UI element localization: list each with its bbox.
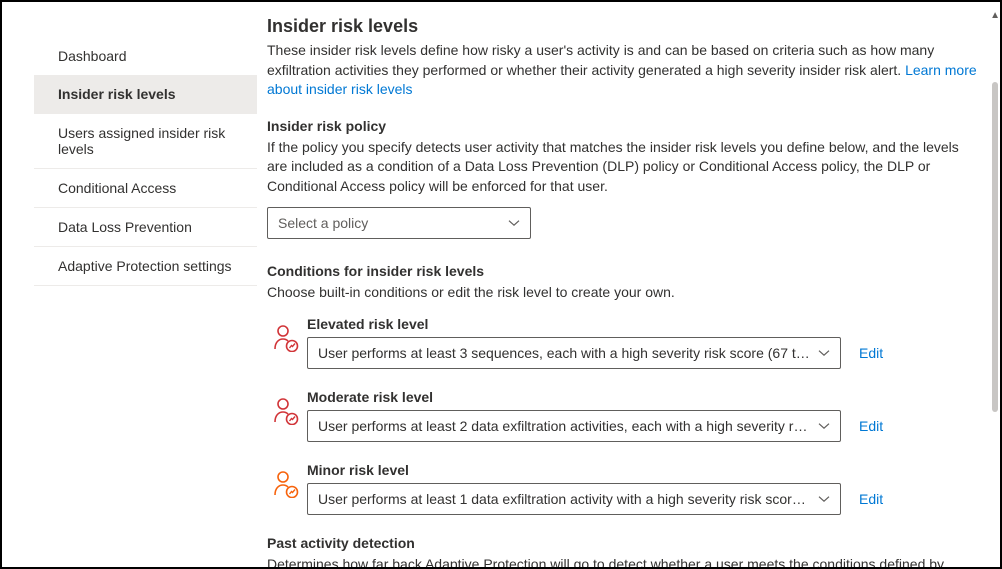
risk-level-label: Elevated risk level [307,316,980,332]
page-title: Insider risk levels [267,16,980,37]
sidebar-item-conditional-access[interactable]: Conditional Access [34,169,257,208]
sidebar-item-insider-risk-levels[interactable]: Insider risk levels [34,75,257,114]
sidebar-item-label: Conditional Access [58,180,176,196]
chevron-down-icon [508,214,520,230]
sidebar-item-dashboard[interactable]: Dashboard [34,37,257,75]
person-risk-icon [267,316,307,355]
edit-link-moderate[interactable]: Edit [859,418,883,434]
policy-select[interactable]: Select a policy [267,207,531,239]
edit-link-elevated[interactable]: Edit [859,345,883,361]
risk-level-minor: Minor risk level User performs at least … [267,462,980,515]
sidebar: Dashboard Insider risk levels Users assi… [2,2,257,567]
sidebar-item-label: Adaptive Protection settings [58,258,232,274]
main-content: ▲ Insider risk levels These insider risk… [257,2,1000,567]
policy-heading: Insider risk policy [267,118,980,134]
sidebar-item-label: Users assigned insider risk levels [58,125,237,157]
conditions-heading: Conditions for insider risk levels [267,263,980,279]
edit-link-minor[interactable]: Edit [859,491,883,507]
risk-level-label: Minor risk level [307,462,980,478]
risk-level-select-minor[interactable]: User performs at least 1 data exfiltrati… [307,483,841,515]
sidebar-item-label: Insider risk levels [58,86,176,102]
scrollbar-thumb[interactable] [992,82,998,412]
intro-text: These insider risk levels define how ris… [267,41,980,100]
policy-select-placeholder: Select a policy [278,215,368,231]
risk-level-select-moderate[interactable]: User performs at least 2 data exfiltrati… [307,410,841,442]
chevron-down-icon [818,344,830,360]
sidebar-item-data-loss-prevention[interactable]: Data Loss Prevention [34,208,257,247]
past-activity-desc: Determines how far back Adaptive Protect… [267,555,967,567]
person-risk-icon [267,462,307,501]
sidebar-item-users-assigned[interactable]: Users assigned insider risk levels [34,114,257,169]
sidebar-item-label: Dashboard [58,48,127,64]
risk-level-label: Moderate risk level [307,389,980,405]
risk-level-select-elevated[interactable]: User performs at least 3 sequences, each… [307,337,841,369]
sidebar-item-label: Data Loss Prevention [58,219,192,235]
risk-level-moderate: Moderate risk level User performs at lea… [267,389,980,442]
chevron-down-icon [818,417,830,433]
conditions-desc: Choose built-in conditions or edit the r… [267,283,980,303]
chevron-down-icon [818,490,830,506]
risk-level-elevated: Elevated risk level User performs at lea… [267,316,980,369]
past-activity-heading: Past activity detection [267,535,980,551]
sidebar-item-adaptive-protection-settings[interactable]: Adaptive Protection settings [34,247,257,286]
person-risk-icon [267,389,307,428]
policy-desc: If the policy you specify detects user a… [267,138,980,197]
scroll-up-icon[interactable]: ▲ [990,10,1000,21]
